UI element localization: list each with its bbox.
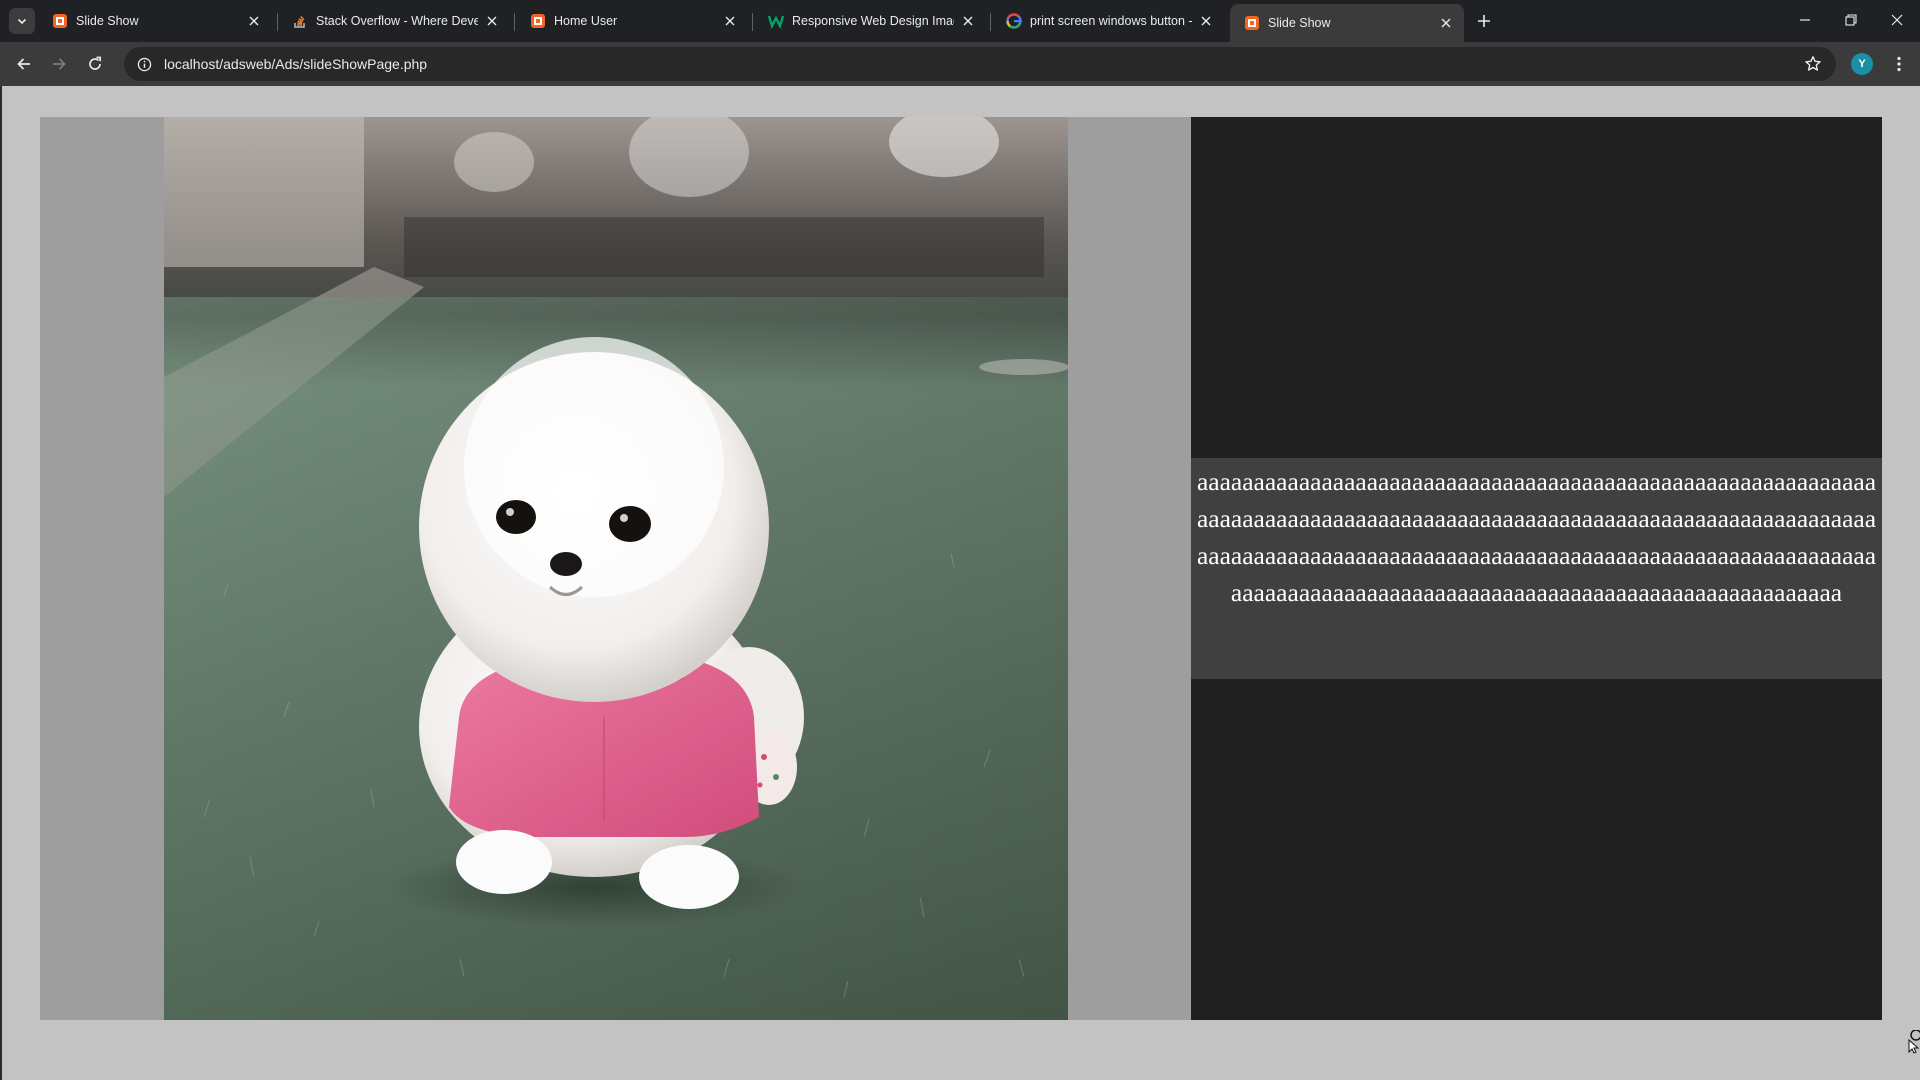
new-tab-button[interactable] <box>1472 9 1496 33</box>
localhost-favicon-icon <box>1244 15 1260 31</box>
tab-title: Responsive Web Design Images <box>792 14 954 28</box>
google-icon <box>1006 13 1022 29</box>
localhost-favicon-icon <box>530 13 546 29</box>
reload-button[interactable] <box>81 50 109 78</box>
tab-search-button[interactable] <box>9 8 35 34</box>
slideshow-container: aaaaaaaaaaaaaaaaaaaaaaaaaaaaaaaaaaaaaaaa… <box>40 117 1882 1020</box>
close-window-button[interactable] <box>1874 0 1920 40</box>
slide-image-panel <box>40 117 1191 1020</box>
localhost-favicon-icon <box>52 13 68 29</box>
tab-strip: Slide Show Stack Overflow - Where Develo… <box>0 0 1920 42</box>
close-tab-icon[interactable] <box>1438 15 1454 31</box>
slide-text-panel: aaaaaaaaaaaaaaaaaaaaaaaaaaaaaaaaaaaaaaaa… <box>1191 117 1882 1020</box>
reload-icon <box>89 56 102 70</box>
browser-menu-button[interactable] <box>1888 53 1910 75</box>
chevron-down-icon <box>17 18 27 25</box>
tab-title: Stack Overflow - Where Developers <box>316 14 478 28</box>
tab-title: print screen windows button - Google <box>1030 14 1192 28</box>
restore-button[interactable] <box>1828 0 1874 40</box>
close-tab-icon[interactable] <box>722 13 738 29</box>
url-text: localhost/adsweb/Ads/slideShowPage.php <box>164 56 428 72</box>
mouse-cursor <box>1908 1029 1920 1054</box>
arrow-right-icon <box>53 58 66 70</box>
close-tab-icon[interactable] <box>246 13 262 29</box>
close-tab-icon[interactable] <box>1198 13 1214 29</box>
more-vertical-icon <box>1897 56 1901 72</box>
minimize-button[interactable] <box>1782 0 1828 40</box>
tab-home-user[interactable]: Home User <box>516 4 748 38</box>
slide-photo <box>164 117 1068 1020</box>
tab-title: Slide Show <box>76 14 139 28</box>
tab-separator <box>514 13 515 31</box>
tab-google-search[interactable]: print screen windows button - Google <box>992 4 1224 38</box>
window-edge <box>0 86 2 1080</box>
w3schools-icon <box>768 13 784 29</box>
tab-separator <box>990 13 991 31</box>
plus-icon <box>1478 15 1490 27</box>
stackoverflow-icon <box>292 13 308 29</box>
tab-slide-show[interactable]: Slide Show <box>38 4 272 38</box>
forward-button[interactable] <box>45 50 73 78</box>
tab-title: Home User <box>554 14 618 28</box>
slide-caption: aaaaaaaaaaaaaaaaaaaaaaaaaaaaaaaaaaaaaaaa… <box>1196 467 1877 607</box>
close-tab-icon[interactable] <box>484 13 500 29</box>
minimize-icon <box>1800 19 1810 21</box>
site-info-icon[interactable] <box>136 56 152 72</box>
close-icon <box>1891 14 1903 26</box>
restore-icon <box>1845 14 1857 26</box>
tab-stack-overflow[interactable]: Stack Overflow - Where Developers <box>278 4 510 38</box>
close-tab-icon[interactable] <box>960 13 976 29</box>
bookmark-star-icon[interactable] <box>1804 55 1822 73</box>
dog-photo-image <box>164 117 1068 1020</box>
tab-responsive-images[interactable]: Responsive Web Design Images <box>754 4 986 38</box>
address-bar[interactable]: localhost/adsweb/Ads/slideShowPage.php <box>124 47 1836 81</box>
browser-toolbar: localhost/adsweb/Ads/slideShowPage.php Y <box>0 42 1920 86</box>
tab-slide-show-active[interactable]: Slide Show <box>1230 4 1464 42</box>
arrow-left-icon <box>17 58 30 70</box>
tab-separator <box>752 13 753 31</box>
tab-title: Slide Show <box>1268 16 1331 30</box>
caption-band: aaaaaaaaaaaaaaaaaaaaaaaaaaaaaaaaaaaaaaaa… <box>1191 458 1882 679</box>
back-button[interactable] <box>10 50 38 78</box>
profile-avatar[interactable]: Y <box>1851 53 1873 75</box>
